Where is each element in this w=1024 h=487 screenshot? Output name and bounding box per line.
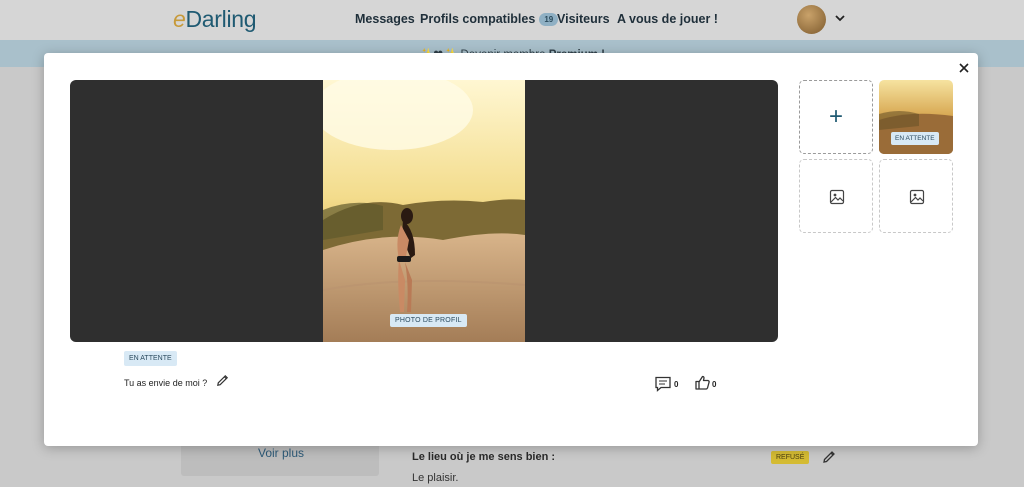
- photo-thumbnail[interactable]: EN ATTENTE: [879, 80, 953, 154]
- image-icon: [909, 189, 925, 205]
- profile-question: Le lieu où je me sens bien :: [412, 451, 556, 463]
- empty-photo-slot[interactable]: [879, 159, 953, 233]
- edit-caption-pencil-icon[interactable]: [215, 373, 230, 388]
- plus-icon: +: [828, 103, 843, 130]
- image-icon: [829, 189, 845, 205]
- beach-photo-image: [323, 80, 525, 342]
- like-count: 0: [712, 380, 717, 389]
- nav-profils-compatibles[interactable]: Profils compatibles 19: [420, 12, 559, 26]
- profile-photo-label: PHOTO DE PROFIL: [390, 314, 467, 327]
- voir-plus-link[interactable]: Voir plus: [258, 446, 304, 460]
- top-navigation: eDarling Messages Profils compatibles 19 …: [0, 0, 1024, 40]
- compatible-count-badge: 19: [539, 13, 559, 26]
- close-icon[interactable]: [956, 60, 972, 76]
- thumbnail-status-badge: EN ATTENTE: [891, 132, 939, 145]
- refused-badge: REFUSÉ: [771, 451, 810, 464]
- chevron-down-icon[interactable]: [834, 12, 846, 24]
- profile-photo[interactable]: PHOTO DE PROFIL: [323, 80, 525, 342]
- thumbs-up-icon[interactable]: [694, 374, 711, 391]
- edarling-logo[interactable]: eDarling: [173, 6, 257, 33]
- photo-modal: PHOTO DE PROFIL + EN ATTENTE EN ATTENTE …: [44, 53, 978, 446]
- photo-viewer: PHOTO DE PROFIL: [70, 80, 778, 342]
- pencil-icon[interactable]: [821, 449, 837, 465]
- empty-photo-slot[interactable]: [799, 159, 873, 233]
- comment-icon[interactable]: [654, 375, 672, 393]
- nav-messages[interactable]: Messages: [355, 12, 415, 26]
- photo-caption: Tu as envie de moi ?: [124, 378, 208, 388]
- profile-answer: Le plaisir.: [412, 472, 459, 484]
- add-photo-button[interactable]: +: [799, 80, 873, 154]
- nav-visiteurs[interactable]: Visiteurs: [557, 12, 610, 26]
- user-avatar[interactable]: [797, 5, 826, 34]
- photo-status-badge: EN ATTENTE: [124, 351, 177, 366]
- nav-a-vous-de-jouer[interactable]: A vous de jouer !: [617, 12, 718, 26]
- comment-count: 0: [674, 380, 679, 389]
